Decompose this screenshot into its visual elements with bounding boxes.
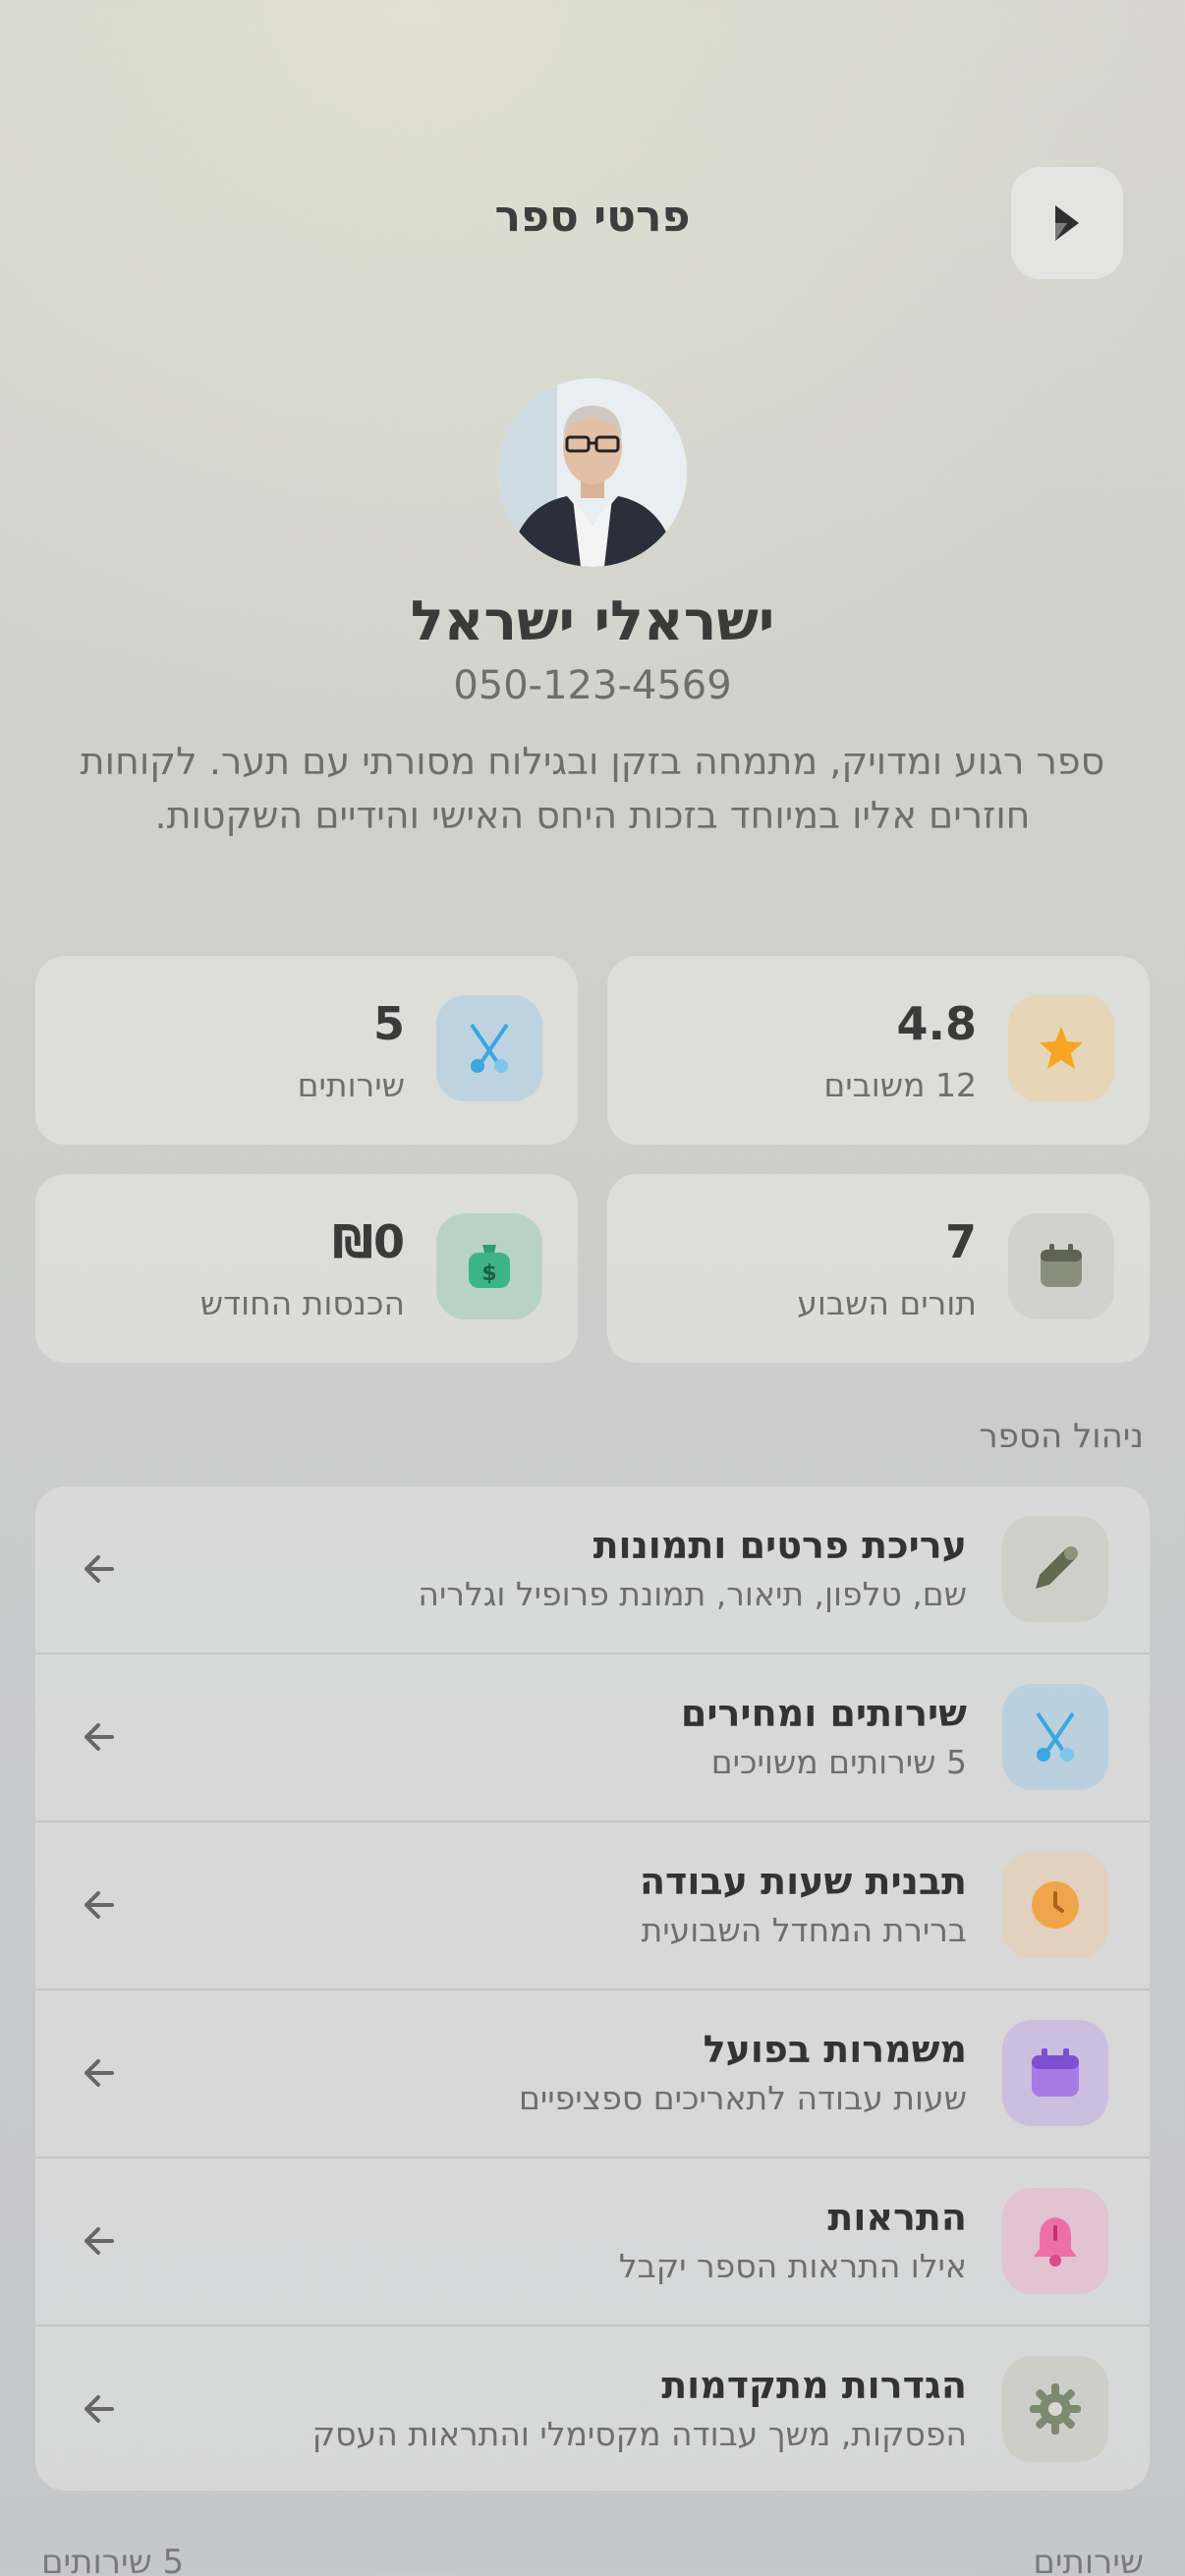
menu-item-working-hours[interactable]: תבנית שעות עבודה ברירת המחדל השבועית <box>35 1822 1150 1990</box>
menu-item-subtitle: 5 שירותים משויכים <box>710 1743 967 1781</box>
avatar <box>498 378 687 567</box>
barber-name: ישראלי ישראל <box>410 589 775 653</box>
menu-item-services[interactable]: שירותים ומחירים 5 שירותים משויכים <box>35 1654 1150 1822</box>
stat-label: תורים השבוע <box>797 1284 977 1322</box>
calendar-icon <box>1002 2020 1108 2126</box>
stat-value: ₪0 <box>332 1215 405 1268</box>
scissors-icon <box>436 995 542 1101</box>
menu-item-advanced-settings[interactable]: הגדרות מתקדמות הפסקות, משך עבודה מקסימלי… <box>35 2326 1150 2491</box>
section-title: ניהול הספר <box>979 1417 1144 1456</box>
stat-card-rating: 4.8 12 משובים <box>607 956 1150 1145</box>
arrow-left-icon <box>85 2059 114 2087</box>
svg-text:$: $ <box>481 1261 496 1286</box>
stat-value: 4.8 <box>896 997 978 1050</box>
menu-item-subtitle: אילו התראות הספר יקבל <box>618 2247 967 2285</box>
arrow-left-icon <box>85 2227 114 2255</box>
star-icon <box>1008 995 1114 1101</box>
menu-item-subtitle: שעות עבודה לתאריכים ספציפיים <box>519 2079 967 2117</box>
stat-value: 5 <box>372 997 405 1050</box>
gear-icon <box>1002 2356 1108 2462</box>
menu-item-title: משמרות בפועל <box>703 2028 967 2071</box>
page-title: פרטי ספר <box>494 192 691 242</box>
menu-item-title: הגדרות מתקדמות <box>661 2364 967 2407</box>
menu-item-subtitle: ברירת המחדל השבועית <box>641 1911 967 1949</box>
arrow-left-icon <box>85 1555 114 1583</box>
scissors-icon <box>1002 1684 1108 1790</box>
stat-label: 12 משובים <box>823 1066 977 1104</box>
back-button[interactable] <box>1011 167 1123 279</box>
stat-card-services: 5 שירותים <box>35 956 578 1145</box>
money-bag-icon: $ <box>436 1213 542 1319</box>
menu-item-subtitle: שם, טלפון, תיאור, תמונת פרופיל וגלריה <box>418 1575 967 1613</box>
arrow-left-icon <box>85 2395 114 2423</box>
stat-card-revenue: $ ₪0 הכנסות החודש <box>35 1174 578 1363</box>
stat-card-appointments: 7 תורים השבוע <box>607 1174 1150 1363</box>
menu-item-shifts[interactable]: משמרות בפועל שעות עבודה לתאריכים ספציפיי… <box>35 1990 1150 2158</box>
arrow-left-icon <box>85 1891 114 1919</box>
stat-label: שירותים <box>297 1066 405 1104</box>
menu-item-title: עריכת פרטים ותמונות <box>592 1524 967 1567</box>
stat-label: הכנסות החודש <box>199 1284 405 1322</box>
calendar-icon <box>1008 1213 1114 1319</box>
menu-item-title: שירותים ומחירים <box>680 1692 967 1735</box>
back-arrow-icon <box>1055 205 1079 241</box>
barber-phone: 050-123-4569 <box>453 663 732 708</box>
bell-icon <box>1002 2188 1108 2294</box>
arrow-left-icon <box>85 1723 114 1751</box>
clock-icon <box>1002 1852 1108 1958</box>
stat-value: 7 <box>944 1215 977 1268</box>
menu-item-title: תבנית שעות עבודה <box>639 1860 967 1903</box>
header: פרטי ספר <box>0 0 1185 442</box>
services-count: 5 שירותים <box>41 2543 185 2576</box>
menu-item-subtitle: הפסקות, משך עבודה מקסימלי והתראות העסק <box>311 2415 967 2453</box>
pencil-icon <box>1002 1516 1108 1622</box>
menu-item-edit-details[interactable]: עריכת פרטים ותמונות שם, טלפון, תיאור, תמ… <box>35 1486 1150 1654</box>
services-section-title: שירותים <box>1033 2543 1144 2576</box>
management-menu: עריכת פרטים ותמונות שם, טלפון, תיאור, תמ… <box>35 1486 1150 2491</box>
menu-item-title: התראות <box>827 2196 967 2239</box>
menu-item-notifications[interactable]: התראות אילו התראות הספר יקבל <box>35 2158 1150 2326</box>
barber-bio: ספר רגוע ומדויק, מתמחה בזקן ובגילוח מסור… <box>80 740 1105 837</box>
